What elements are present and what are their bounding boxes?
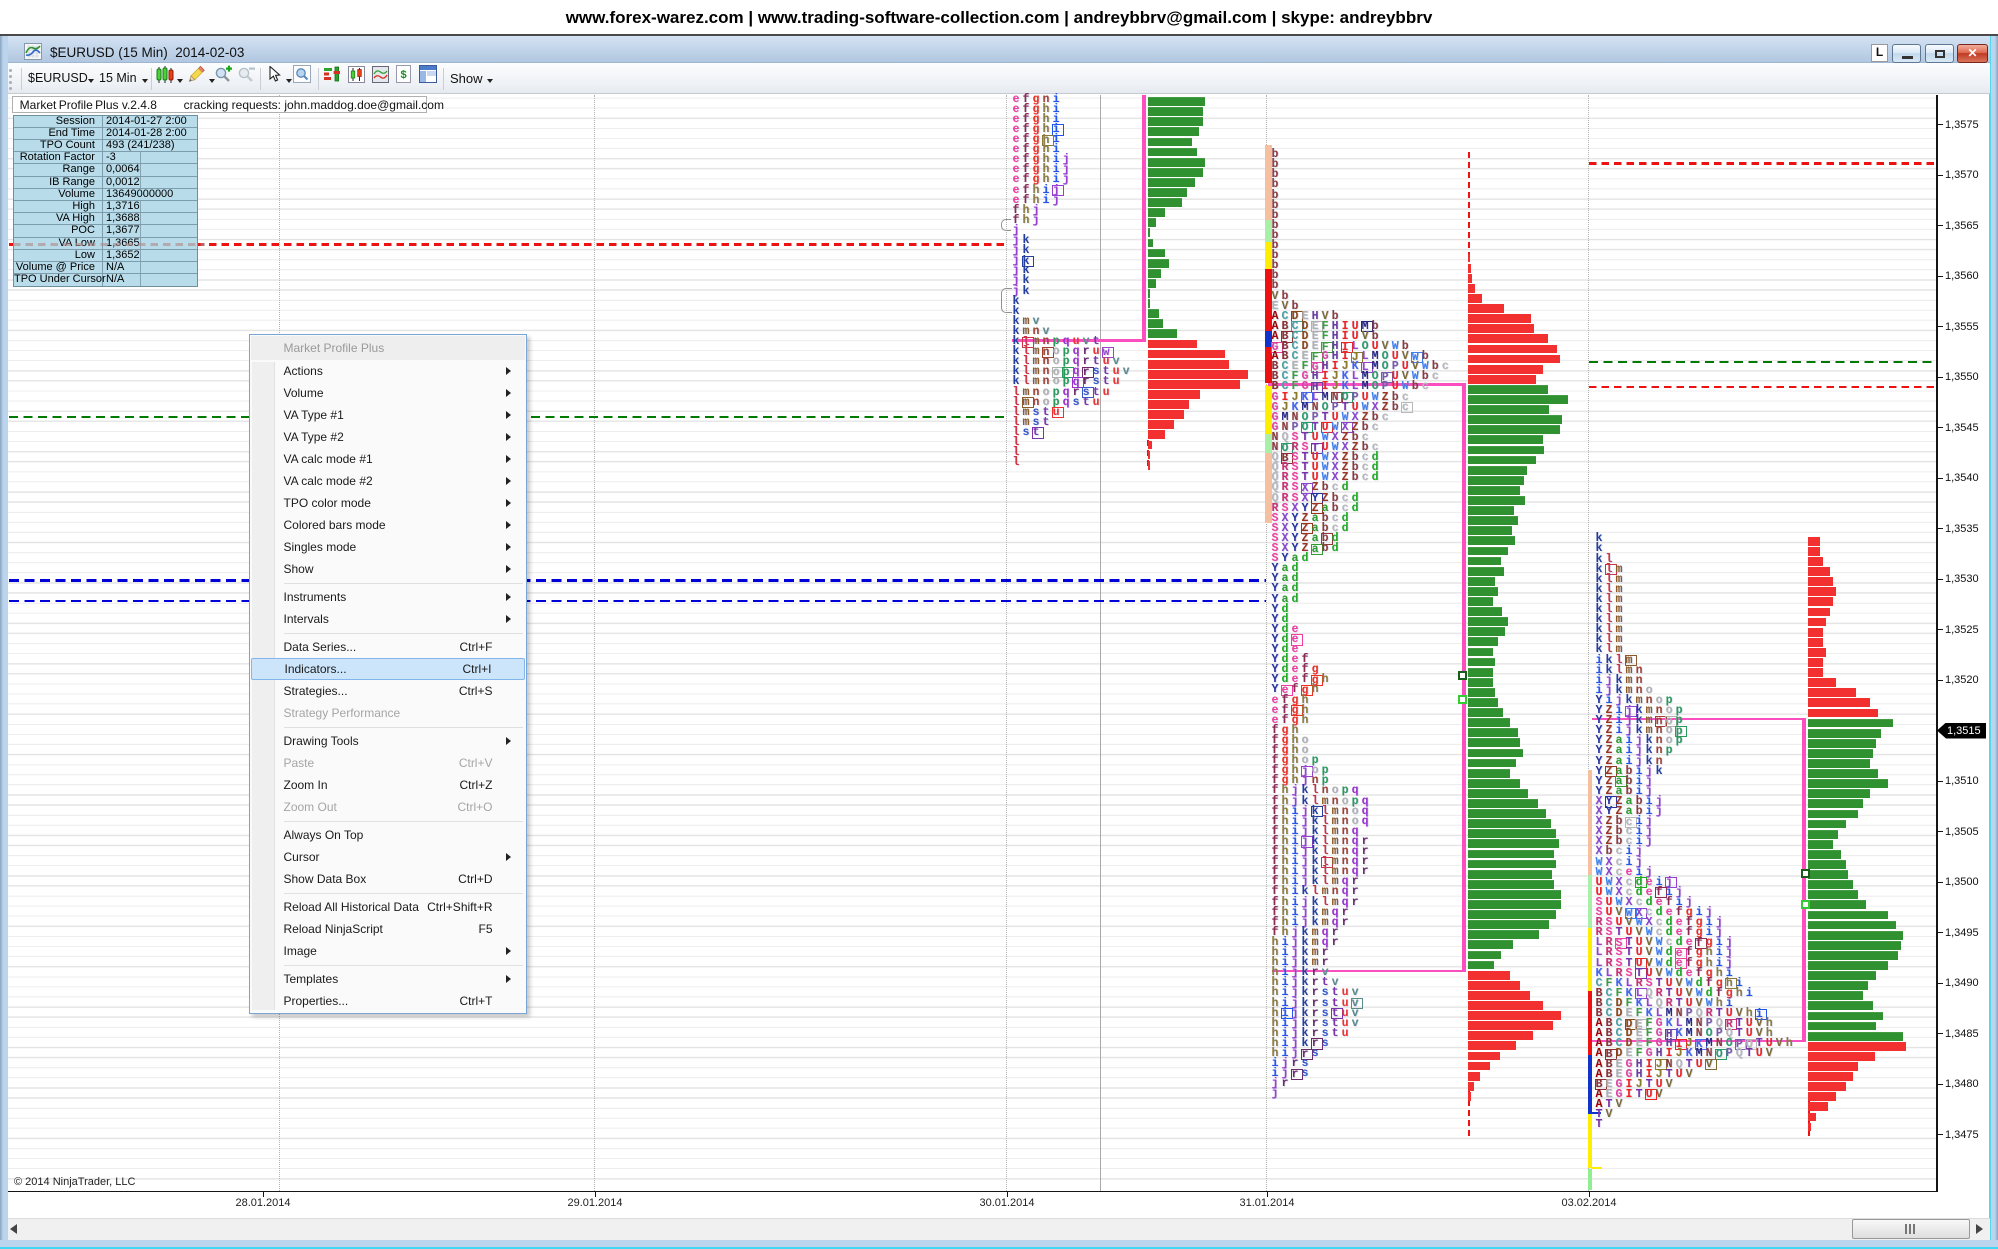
svg-text:$: $ [400, 69, 406, 81]
